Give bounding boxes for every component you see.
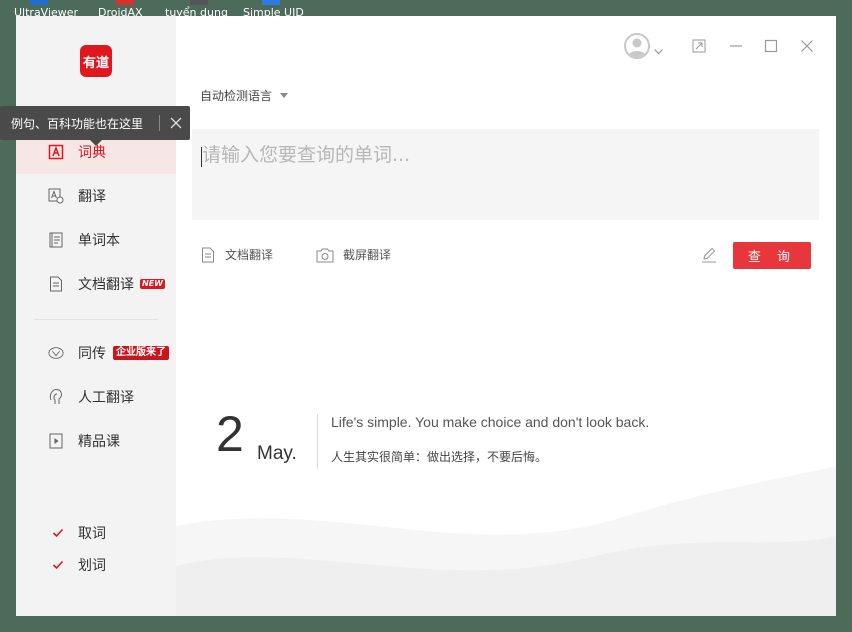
doc-translate-label: 文档翻译 <box>225 248 274 262</box>
sidebar-item-courses[interactable]: 精品课 <box>16 419 176 463</box>
daily-quote-chinese: 人生其实很简单：做出选择，不要后悔。 <box>331 450 548 464</box>
droidax-desktop-icon[interactable] <box>116 0 134 5</box>
daily-quote-english: Life's simple. You make choice and don't… <box>331 414 650 430</box>
new-badge: NEW <box>140 279 165 289</box>
wave-background <box>176 466 836 616</box>
screenshot-translate-button[interactable]: 截屏翻译 <box>316 246 391 263</box>
enterprise-badge: 企业版来了 <box>113 346 169 360</box>
sidebar-item-translate[interactable]: 翻译 <box>16 174 176 218</box>
checkmark-icon <box>52 527 64 539</box>
tooltip-text: 例句、百科功能也在这里 <box>11 116 144 131</box>
search-input[interactable] <box>202 141 802 169</box>
doc-translate-button[interactable]: 文档翻译 <box>200 246 273 263</box>
select-translate-checkbox[interactable]: 划词 <box>52 555 106 575</box>
checkmark-icon <box>52 559 64 571</box>
query-button[interactable]: 查 询 <box>733 242 811 269</box>
sidebar-item-label: 人工翻译 <box>78 390 134 406</box>
sidebar-item-interpretation[interactable]: 同传 企业版来了 <box>16 331 176 375</box>
interpretation-icon <box>48 345 64 361</box>
translate-icon <box>48 188 64 204</box>
daily-separator <box>317 414 318 469</box>
maximize-button[interactable] <box>761 36 781 56</box>
language-dropdown-label: 自动检测语言 <box>200 89 273 103</box>
chevron-down-icon[interactable] <box>654 40 663 59</box>
wordbook-icon <box>48 232 64 248</box>
sidebar-item-label: 翻译 <box>78 189 106 205</box>
youdao-logo: 有道 <box>80 45 112 77</box>
sidebar-item-document-translate[interactable]: 文档翻译 NEW <box>16 262 176 306</box>
close-icon <box>800 39 814 53</box>
mini-mode-icon <box>692 39 706 53</box>
close-window-button[interactable] <box>797 36 817 56</box>
camera-icon <box>316 247 334 263</box>
screenshot-translate-label: 截屏翻译 <box>343 248 392 262</box>
desktop-icon-row: UltraViewer DroidAX tuyển dụng Simple UI… <box>0 0 852 19</box>
word-pick-label: 取词 <box>78 526 106 542</box>
minimize-icon <box>729 39 743 53</box>
close-icon[interactable] <box>166 113 186 133</box>
user-avatar[interactable] <box>624 33 650 59</box>
tooltip-arrow <box>90 140 102 146</box>
document-icon <box>200 247 216 263</box>
main-panel: 自动检测语言 文档翻译 截屏翻译 查 询 2 <box>176 16 836 616</box>
sidebar-item-label: 精品课 <box>78 434 120 450</box>
search-box[interactable] <box>192 129 819 220</box>
word-pick-checkbox[interactable]: 取词 <box>52 523 106 543</box>
edit-icon[interactable] <box>700 246 718 264</box>
youdao-dictionary-window: 有道 词典 翻译 单词本 文档翻译 NEW 同传 企业版来了 人工翻译 精品课 … <box>0 16 836 616</box>
daily-month: May. <box>257 443 297 464</box>
daily-day: 2 <box>216 406 244 462</box>
sidebar-item-label: 同传 <box>78 346 106 362</box>
feature-tooltip: 例句、百科功能也在这里 <box>0 106 190 140</box>
caret-down-icon <box>280 93 289 98</box>
sidebar-divider <box>34 319 158 320</box>
minimize-button[interactable] <box>726 36 746 56</box>
ultraviewer-desktop-icon[interactable] <box>30 0 48 5</box>
sidebar-item-human-translation[interactable]: 人工翻译 <box>16 375 176 419</box>
maximize-icon <box>764 39 778 53</box>
sidebar-item-label: 单词本 <box>78 233 120 249</box>
tuyen-dung-desktop-icon[interactable] <box>190 0 208 5</box>
simpleuid-desktop-icon[interactable] <box>262 0 280 5</box>
mini-mode-button[interactable] <box>689 36 709 56</box>
sidebar-item-wordbook[interactable]: 单词本 <box>16 218 176 262</box>
tooltip-separator <box>159 115 160 131</box>
text-cursor <box>201 147 202 167</box>
dictionary-icon <box>48 144 64 160</box>
course-icon <box>48 433 64 449</box>
human-translation-icon <box>48 388 64 405</box>
select-translate-label: 划词 <box>78 558 106 574</box>
language-dropdown[interactable]: 自动检测语言 <box>200 87 289 104</box>
sidebar-item-label: 文档翻译 <box>78 277 134 293</box>
document-icon <box>48 276 64 292</box>
